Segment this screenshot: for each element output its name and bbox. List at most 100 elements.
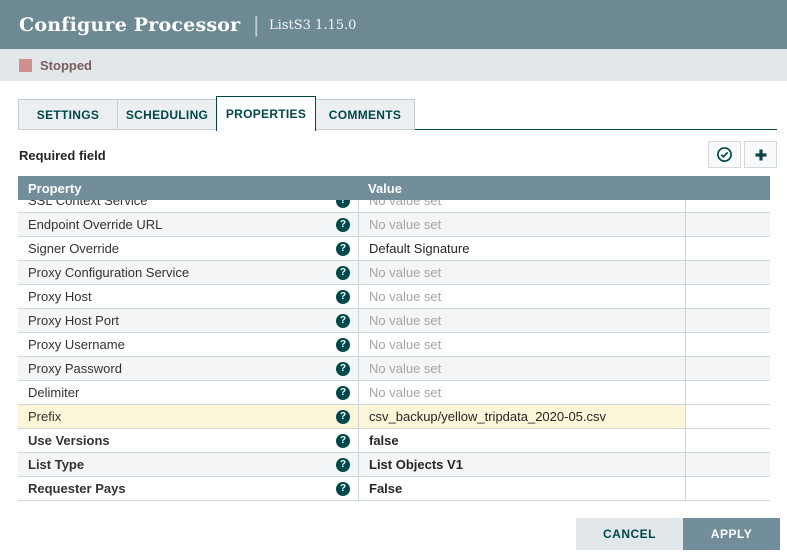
tab-bar: SETTINGSSCHEDULINGPROPERTIESCOMMENTS [18, 96, 414, 131]
property-row[interactable]: Use Versions false [18, 429, 770, 453]
check-circle-icon [716, 146, 733, 163]
property-value-cell[interactable]: No value set [358, 261, 685, 284]
property-name-cell: Endpoint Override URL [18, 213, 358, 236]
help-icon [336, 218, 350, 232]
property-value-cell[interactable]: No value set [358, 285, 685, 308]
property-value-cell[interactable]: Default Signature [358, 237, 685, 260]
required-field-label: Required field [19, 148, 106, 163]
dialog-title: Configure Processor [19, 14, 240, 36]
help-icon [336, 242, 350, 256]
property-name: Delimiter [28, 385, 79, 400]
property-row[interactable]: Endpoint Override URL No value set [18, 213, 770, 237]
table-header: Property Value [18, 176, 770, 200]
property-name: Signer Override [28, 241, 119, 256]
property-value[interactable]: Default Signature [369, 241, 469, 256]
tab-properties[interactable]: PROPERTIES [216, 96, 316, 131]
property-row[interactable]: SSL Context Service No value set [18, 200, 770, 213]
property-row[interactable]: Proxy Configuration Service No value set [18, 261, 770, 285]
help-icon [336, 200, 350, 208]
property-value[interactable]: False [369, 481, 402, 496]
help-icon [336, 266, 350, 280]
title-divider: | [253, 14, 259, 36]
row-actions-cell [685, 333, 770, 356]
footer-buttons: CANCEL APPLY [576, 518, 780, 550]
property-row[interactable]: Proxy Host No value set [18, 285, 770, 309]
property-name: Proxy Host Port [28, 313, 119, 328]
property-row[interactable]: Prefix csv_backup/yellow_tripdata_2020-05… [18, 405, 770, 429]
property-name: SSL Context Service [28, 200, 147, 208]
property-row[interactable]: Proxy Host Port No value set [18, 309, 770, 333]
property-value[interactable]: No value set [369, 265, 441, 280]
property-row[interactable]: Delimiter No value set [18, 381, 770, 405]
row-actions-cell [685, 285, 770, 308]
row-actions-cell [685, 405, 770, 428]
property-name: Proxy Configuration Service [28, 265, 189, 280]
tab-settings[interactable]: SETTINGS [18, 99, 118, 130]
property-name-cell: Delimiter [18, 381, 358, 404]
property-name: Endpoint Override URL [28, 217, 162, 232]
property-row[interactable]: Proxy Username No value set [18, 333, 770, 357]
cancel-button[interactable]: CANCEL [576, 518, 683, 550]
property-value-cell[interactable]: No value set [358, 333, 685, 356]
plus-icon [753, 147, 769, 163]
property-name: Requester Pays [28, 481, 126, 496]
table-body-viewport[interactable]: SSL Context ServiceNo value setEndpoint … [18, 200, 770, 501]
add-property-button[interactable] [744, 141, 777, 168]
property-name-cell: Use Versions [18, 429, 358, 452]
property-value[interactable]: No value set [369, 313, 441, 328]
verify-properties-button[interactable] [708, 141, 741, 168]
property-value-cell[interactable]: No value set [358, 200, 685, 212]
column-header-property: Property [18, 181, 358, 196]
property-value[interactable]: List Objects V1 [369, 457, 463, 472]
property-name-cell: Requester Pays [18, 477, 358, 500]
property-value[interactable]: No value set [369, 200, 441, 208]
row-actions-cell [685, 213, 770, 236]
table-actions [708, 141, 777, 168]
row-actions-cell [685, 477, 770, 500]
property-value-cell[interactable]: No value set [358, 357, 685, 380]
property-name-cell: Proxy Password [18, 357, 358, 380]
tab-comments[interactable]: COMMENTS [315, 99, 415, 130]
property-value[interactable]: No value set [369, 385, 441, 400]
dialog-header: Configure Processor | ListS3 1.15.0 [0, 0, 787, 49]
property-value-cell[interactable]: No value set [358, 213, 685, 236]
property-name: Use Versions [28, 433, 110, 448]
row-actions-cell [685, 309, 770, 332]
tab-scheduling[interactable]: SCHEDULING [117, 99, 217, 130]
property-value[interactable]: No value set [369, 361, 441, 376]
help-icon [336, 434, 350, 448]
property-row[interactable]: Proxy Password No value set [18, 357, 770, 381]
help-icon [336, 314, 350, 328]
help-icon [336, 482, 350, 496]
property-value-cell[interactable]: No value set [358, 309, 685, 332]
property-value[interactable]: csv_backup/yellow_tripdata_2020-05.csv [369, 409, 606, 424]
property-value[interactable]: false [369, 433, 399, 448]
property-value-cell[interactable]: List Objects V1 [358, 453, 685, 476]
help-icon [336, 410, 350, 424]
property-name-cell: Proxy Host Port [18, 309, 358, 332]
property-name: Proxy Host [28, 289, 92, 304]
property-value[interactable]: No value set [369, 217, 441, 232]
help-icon [336, 458, 350, 472]
property-row[interactable]: Signer Override Default Signature [18, 237, 770, 261]
property-row[interactable]: Requester Pays False [18, 477, 770, 501]
property-value-cell[interactable]: False [358, 477, 685, 500]
property-row[interactable]: List Type List Objects V1 [18, 453, 770, 477]
property-name-cell: List Type [18, 453, 358, 476]
property-value-cell[interactable]: csv_backup/yellow_tripdata_2020-05.csv [358, 405, 685, 428]
property-name: Proxy Password [28, 361, 122, 376]
row-actions-cell [685, 200, 770, 212]
help-icon [336, 362, 350, 376]
property-value-cell[interactable]: No value set [358, 381, 685, 404]
property-value[interactable]: No value set [369, 337, 441, 352]
help-icon [336, 386, 350, 400]
property-name-cell: Prefix [18, 405, 358, 428]
row-actions-cell [685, 453, 770, 476]
property-name-cell: Signer Override [18, 237, 358, 260]
property-value-cell[interactable]: false [358, 429, 685, 452]
property-value[interactable]: No value set [369, 289, 441, 304]
property-name-cell: Proxy Configuration Service [18, 261, 358, 284]
apply-button[interactable]: APPLY [683, 518, 780, 550]
property-name: Proxy Username [28, 337, 125, 352]
row-actions-cell [685, 237, 770, 260]
